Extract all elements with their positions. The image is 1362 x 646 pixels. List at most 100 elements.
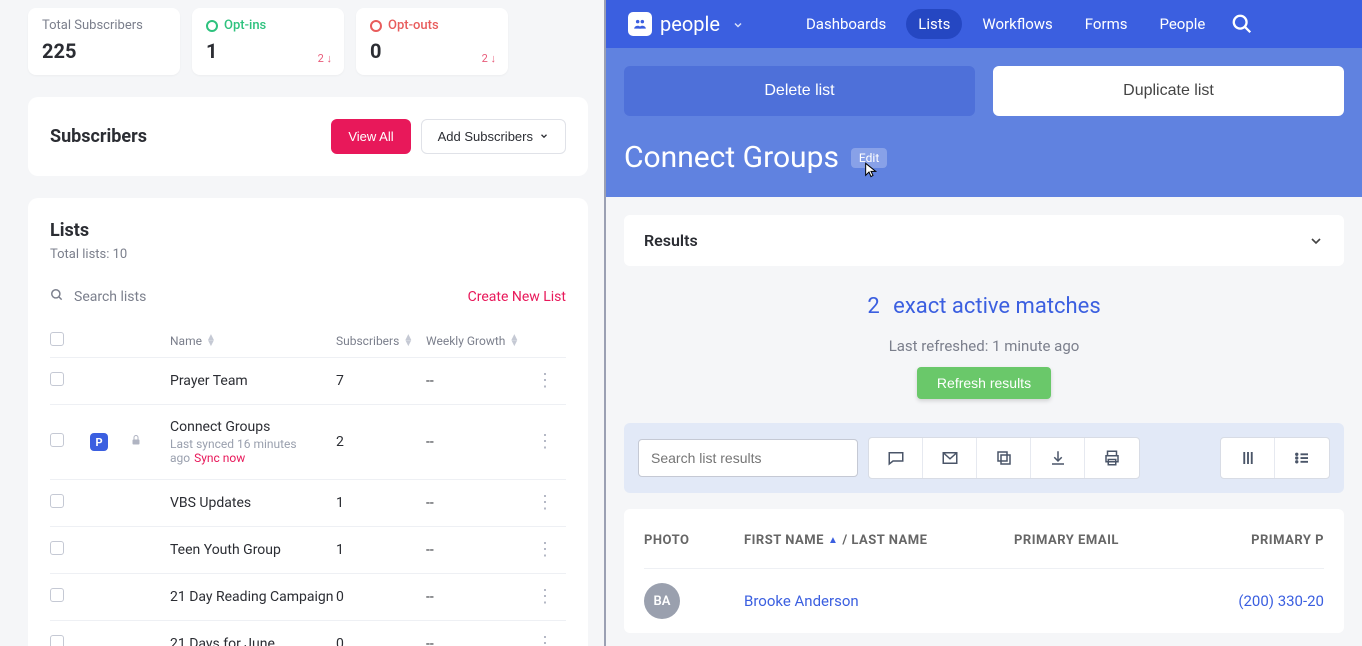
select-all-checkbox[interactable] bbox=[50, 332, 64, 346]
row-menu-icon[interactable]: ⋮ bbox=[536, 377, 566, 384]
list-subscribers: 1 bbox=[336, 542, 426, 558]
person-phone-link[interactable]: (200) 330-20 bbox=[1194, 592, 1324, 610]
lists-panel: Lists Total lists: 10 Search lists Creat… bbox=[28, 198, 588, 646]
col-email[interactable]: PRIMARY EMAIL bbox=[1014, 533, 1194, 548]
list-row[interactable]: 21 Day Reading Campaign 0 -- ⋮ bbox=[50, 573, 566, 620]
row-menu-icon[interactable]: ⋮ bbox=[536, 640, 566, 646]
person-name-link[interactable]: Brooke Anderson bbox=[744, 592, 1014, 610]
results-accordion[interactable]: Results bbox=[624, 215, 1344, 266]
download-icon[interactable] bbox=[1031, 438, 1085, 478]
nav-tab-people[interactable]: People bbox=[1147, 9, 1217, 39]
col-growth[interactable]: Weekly Growth ▲▼ bbox=[426, 334, 536, 348]
nav-tab-forms[interactable]: Forms bbox=[1073, 9, 1140, 39]
col-subs-label: Subscribers bbox=[336, 334, 399, 348]
list-title: Connect Groups bbox=[624, 140, 839, 175]
search-row: Search lists Create New List bbox=[50, 288, 566, 306]
row-checkbox[interactable] bbox=[50, 372, 64, 386]
stat-label: Total Subscribers bbox=[42, 18, 166, 33]
sync-now-link[interactable]: Sync now bbox=[194, 451, 245, 465]
list-growth: -- bbox=[426, 373, 536, 389]
edit-button[interactable]: Edit bbox=[851, 148, 887, 168]
duplicate-list-button[interactable]: Duplicate list bbox=[993, 66, 1344, 116]
col-name[interactable]: FIRST NAME ▲ / LAST NAME bbox=[744, 533, 1014, 548]
nav-tab-lists[interactable]: Lists bbox=[906, 9, 962, 39]
match-count: 2 exact active matches bbox=[624, 294, 1344, 319]
col-subscribers[interactable]: Subscribers ▲▼ bbox=[336, 334, 426, 348]
subscribers-actions: View All Add Subscribers bbox=[331, 119, 566, 154]
chevron-down-icon bbox=[539, 129, 549, 144]
search-icon[interactable] bbox=[1231, 13, 1253, 35]
list-row[interactable]: VBS Updates 1 -- ⋮ bbox=[50, 479, 566, 526]
delete-list-button[interactable]: Delete list bbox=[624, 66, 975, 116]
row-checkbox[interactable] bbox=[50, 494, 64, 508]
list-row[interactable]: P Connect Groups Last synced 16 minutes … bbox=[50, 404, 566, 479]
message-icon[interactable] bbox=[869, 438, 923, 478]
stat-value: 1 bbox=[206, 39, 330, 63]
optouts-label: Opt-outs bbox=[388, 18, 439, 33]
copy-icon[interactable] bbox=[977, 438, 1031, 478]
list-subscribers: 1 bbox=[336, 495, 426, 511]
list-subscribers: 7 bbox=[336, 373, 426, 389]
last-refreshed: Last refreshed: 1 minute ago bbox=[624, 337, 1344, 355]
nav-tab-workflows[interactable]: Workflows bbox=[970, 9, 1064, 39]
left-panel: Total Subscribers 225 Opt-ins 1 2 ↓ Opt-… bbox=[0, 0, 606, 646]
col-name-label: Name bbox=[170, 334, 202, 348]
lock-icon bbox=[130, 435, 142, 450]
list-name: Teen Youth Group bbox=[170, 542, 336, 558]
view-all-button[interactable]: View All bbox=[331, 119, 410, 154]
list-row[interactable]: 21 Days for June 0 -- ⋮ bbox=[50, 620, 566, 646]
row-menu-icon[interactable]: ⋮ bbox=[536, 546, 566, 553]
list-row[interactable]: Prayer Team 7 -- ⋮ bbox=[50, 357, 566, 404]
list-title-row: Connect Groups Edit bbox=[606, 134, 1362, 197]
results-label: Results bbox=[644, 231, 698, 250]
list-subscribers: 2 bbox=[336, 434, 426, 450]
people-table-header: PHOTO FIRST NAME ▲ / LAST NAME PRIMARY E… bbox=[644, 509, 1324, 568]
brand-text: people bbox=[660, 12, 720, 36]
row-menu-icon[interactable]: ⋮ bbox=[536, 499, 566, 506]
stat-cards: Total Subscribers 225 Opt-ins 1 2 ↓ Opt-… bbox=[28, 8, 588, 75]
stat-trend: 2 ↓ bbox=[318, 52, 332, 65]
row-checkbox[interactable] bbox=[50, 433, 64, 447]
nav-tab-dashboards[interactable]: Dashboards bbox=[794, 9, 898, 39]
col-phone[interactable]: PRIMARY P bbox=[1194, 533, 1324, 548]
email-icon[interactable] bbox=[923, 438, 977, 478]
print-icon[interactable] bbox=[1085, 438, 1139, 478]
row-checkbox[interactable] bbox=[50, 541, 64, 555]
sort-asc-icon: ▲ bbox=[828, 535, 838, 546]
search-lists[interactable]: Search lists bbox=[50, 288, 146, 306]
stat-value: 0 bbox=[370, 39, 494, 63]
chevron-down-icon[interactable] bbox=[732, 12, 744, 36]
match-block: 2 exact active matches Last refreshed: 1… bbox=[624, 294, 1344, 399]
lists-table-header: Name ▲▼ Subscribers ▲▼ Weekly Growth ▲▼ bbox=[50, 324, 566, 357]
list-meta: Last synced 16 minutes agoSync now bbox=[170, 437, 336, 465]
people-row[interactable]: BA Brooke Anderson (200) 330-20 bbox=[644, 568, 1324, 633]
list-name: 21 Days for June bbox=[170, 636, 336, 646]
row-checkbox[interactable] bbox=[50, 588, 64, 602]
lastname-label: / LAST NAME bbox=[842, 533, 927, 548]
search-results-input[interactable] bbox=[638, 439, 858, 477]
view-toggles bbox=[1220, 437, 1330, 479]
optins-label: Opt-ins bbox=[224, 18, 266, 33]
refresh-results-button[interactable]: Refresh results bbox=[917, 367, 1051, 399]
brand[interactable]: people bbox=[628, 12, 744, 36]
row-checkbox[interactable] bbox=[50, 635, 64, 646]
sort-icon: ▲▼ bbox=[509, 335, 519, 347]
columns-icon[interactable] bbox=[1221, 438, 1275, 478]
circle-icon bbox=[206, 20, 218, 32]
stat-optouts: Opt-outs 0 2 ↓ bbox=[356, 8, 508, 75]
list-icon[interactable] bbox=[1275, 438, 1329, 478]
stat-value: 225 bbox=[42, 39, 166, 63]
stat-total-subscribers: Total Subscribers 225 bbox=[28, 8, 180, 75]
subscribers-heading: Subscribers bbox=[50, 126, 147, 147]
list-name: VBS Updates bbox=[170, 495, 336, 511]
right-panel: people Dashboards Lists Workflows FormsPeop… bbox=[606, 0, 1362, 646]
list-row[interactable]: Teen Youth Group 1 -- ⋮ bbox=[50, 526, 566, 573]
add-subscribers-button[interactable]: Add Subscribers bbox=[421, 119, 566, 154]
stat-label: Opt-outs bbox=[370, 18, 494, 33]
lists-table: Name ▲▼ Subscribers ▲▼ Weekly Growth ▲▼ … bbox=[50, 324, 566, 646]
results-area: Results 2 exact active matches Last refr… bbox=[606, 197, 1362, 646]
col-name[interactable]: Name ▲▼ bbox=[170, 334, 336, 348]
create-new-list-link[interactable]: Create New List bbox=[468, 289, 566, 305]
row-menu-icon[interactable]: ⋮ bbox=[536, 438, 566, 445]
row-menu-icon[interactable]: ⋮ bbox=[536, 593, 566, 600]
